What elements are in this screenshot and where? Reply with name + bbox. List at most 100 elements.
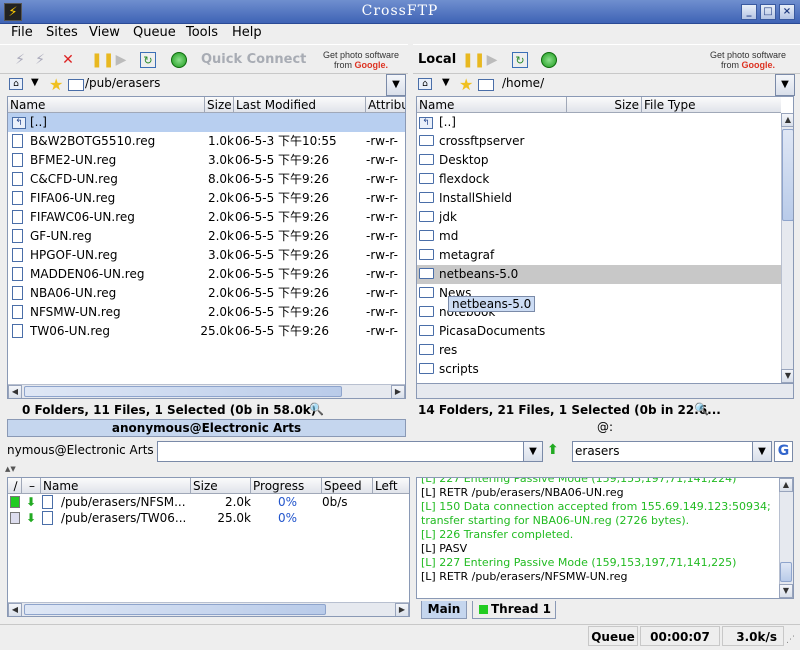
search-input[interactable]: erasers [572, 441, 772, 462]
queue-row[interactable]: ⬇ /pub/erasers/NFSM... 2.0k 0% 0b/s [8, 494, 409, 510]
queue-col-progress[interactable]: Progress [251, 478, 322, 494]
local-folder-row[interactable]: crossftpserver [417, 132, 781, 151]
local-pause-icon[interactable]: ❚❚ [462, 52, 485, 68]
pause-icon[interactable]: ❚❚ [91, 52, 114, 68]
scroll-up-icon[interactable]: ▲ [781, 113, 793, 127]
queue-scroll-left-icon[interactable]: ◀ [8, 603, 22, 616]
local-google-ad[interactable]: Get photo software from Google. [705, 50, 791, 72]
local-hscroll[interactable] [416, 384, 794, 399]
remote-path-text[interactable]: /pub/erasers [85, 76, 160, 90]
remote-parent-row[interactable]: ↰ [..] [8, 113, 405, 132]
remote-file-row[interactable]: TW06-UN.reg 25.0k 06-5-5 下午9:26 -rw-r- [8, 322, 405, 341]
remote-hscroll-thumb[interactable] [24, 386, 342, 397]
menu-help[interactable]: Help [232, 25, 262, 40]
remote-file-row[interactable]: B&W2BOTG5510.reg 1.0k 06-5-3 下午10:55 -rw-r- [8, 132, 405, 151]
scroll-right-icon[interactable]: ▶ [391, 385, 405, 398]
queue-col-left[interactable]: Left [373, 478, 409, 494]
title-bar[interactable]: ⚡ CrossFTP _ □ × [0, 0, 800, 24]
queue-col-status-icon[interactable]: ∕ [8, 478, 22, 494]
splitter-arrows-icon[interactable]: ▲▼ [5, 465, 16, 473]
log-vscroll-thumb[interactable] [780, 562, 792, 582]
home-icon[interactable]: ⌂ [9, 78, 23, 90]
connect-icon[interactable]: ⚡ [12, 52, 28, 68]
resize-grip-icon[interactable]: ⋰ [786, 635, 795, 645]
remote-search-icon[interactable]: 🔍 [309, 402, 324, 416]
local-bookmark-star-icon[interactable]: ★ [459, 75, 473, 94]
queue-col-speed[interactable]: Speed [322, 478, 373, 494]
local-vscroll[interactable]: ▲ ▼ [781, 113, 793, 383]
remote-file-row[interactable]: HPGOF-UN.reg 3.0k 06-5-5 下午9:26 -rw-r- [8, 246, 405, 265]
local-folder-row[interactable]: metagraf [417, 246, 781, 265]
remote-file-row[interactable]: FIFA06-UN.reg 2.0k 06-5-5 下午9:26 -rw-r- [8, 189, 405, 208]
local-parent-row[interactable]: ↰ [..] [417, 113, 793, 132]
local-col-type[interactable]: File Type [642, 97, 781, 113]
google-search-icon[interactable]: G [774, 441, 793, 462]
send-arrow-icon[interactable]: ⬆ [547, 442, 559, 458]
tab-thread-1[interactable]: Thread 1 [472, 601, 556, 619]
queue-hscroll[interactable]: ◀ ▶ [8, 602, 409, 616]
remote-file-row[interactable]: MADDEN06-UN.reg 2.0k 06-5-5 下午9:26 -rw-r- [8, 265, 405, 284]
queue-col-direction-icon[interactable]: – [22, 478, 41, 494]
local-vscroll-thumb[interactable] [782, 129, 793, 221]
queue-hscroll-thumb[interactable] [24, 604, 326, 615]
local-col-name[interactable]: Name [417, 97, 567, 113]
remote-file-row[interactable]: NBA06-UN.reg 2.0k 06-5-5 下午9:26 -rw-r- [8, 284, 405, 303]
local-folder-row[interactable]: md [417, 227, 781, 246]
play-icon[interactable]: ▶ [113, 52, 129, 68]
local-col-size[interactable]: Size [567, 97, 642, 113]
menu-file[interactable]: File [11, 25, 33, 40]
maximize-icon[interactable]: □ [760, 4, 776, 20]
menu-sites[interactable]: Sites [46, 25, 78, 40]
local-refresh-icon[interactable]: ↻ [512, 52, 528, 68]
quick-connect-button[interactable]: Quick Connect [201, 52, 306, 67]
col-attr[interactable]: Attribu [366, 97, 405, 113]
remote-path-dropdown[interactable]: ▼ [386, 74, 406, 96]
remote-file-row[interactable]: BFME2-UN.reg 3.0k 06-5-5 下午9:26 -rw-r- [8, 151, 405, 170]
local-folder-row[interactable]: InstallShield [417, 189, 781, 208]
menu-view[interactable]: View [89, 25, 120, 40]
log-scroll-up-icon[interactable]: ▲ [779, 478, 793, 492]
scroll-left-icon[interactable]: ◀ [8, 385, 22, 398]
disconnect-icon[interactable]: ⚡ [32, 52, 48, 68]
local-folder-row[interactable]: netbeans-5.0 [417, 265, 781, 284]
google-ad[interactable]: Get photo software from Google. [318, 50, 404, 72]
col-modified[interactable]: Last Modified [234, 97, 366, 113]
local-play-icon[interactable]: ▶ [484, 52, 500, 68]
bookmark-star-icon[interactable]: ★ [49, 75, 63, 94]
queue-col-size[interactable]: Size [191, 478, 251, 494]
scroll-down-icon[interactable]: ▼ [781, 369, 793, 383]
tab-main[interactable]: Main [421, 601, 467, 619]
go-icon[interactable] [171, 52, 187, 68]
local-home-icon[interactable]: ⌂ [418, 78, 432, 90]
close-icon[interactable]: × [779, 4, 795, 20]
local-folder-row[interactable]: flexdock [417, 170, 781, 189]
remote-file-row[interactable]: GF-UN.reg 2.0k 06-5-5 下午9:26 -rw-r- [8, 227, 405, 246]
history-dropdown-icon[interactable]: ▼ [31, 77, 39, 88]
menu-tools[interactable]: Tools [186, 25, 218, 40]
local-search-icon[interactable]: 🔍 [694, 402, 709, 416]
log-vscroll[interactable]: ▲ ▼ [779, 478, 793, 598]
local-history-dropdown-icon[interactable]: ▼ [442, 77, 450, 88]
remote-file-row[interactable]: C&CFD-UN.reg 8.0k 06-5-5 下午9:26 -rw-r- [8, 170, 405, 189]
queue-row[interactable]: ⬇ /pub/erasers/TW06... 25.0k 0% [8, 510, 409, 526]
minimize-icon[interactable]: _ [741, 4, 757, 20]
local-folder-row[interactable]: scripts [417, 360, 781, 379]
local-folder-row[interactable]: res [417, 341, 781, 360]
local-folder-row[interactable]: jdk [417, 208, 781, 227]
local-go-icon[interactable] [541, 52, 557, 68]
queue-scroll-right-icon[interactable]: ▶ [395, 603, 409, 616]
remote-file-row[interactable]: NFSMW-UN.reg 2.0k 06-5-5 下午9:26 -rw-r- [8, 303, 405, 322]
stop-icon[interactable]: ✕ [60, 52, 76, 68]
remote-hscroll[interactable]: ◀ ▶ [8, 384, 405, 398]
local-folder-row[interactable]: PicasaDocuments [417, 322, 781, 341]
log-scroll-down-icon[interactable]: ▼ [779, 584, 793, 598]
local-path-text[interactable]: /home/ [502, 76, 544, 90]
remote-file-row[interactable]: FIFAWC06-UN.reg 2.0k 06-5-5 下午9:26 -rw-r- [8, 208, 405, 227]
col-size[interactable]: Size [205, 97, 234, 113]
refresh-icon[interactable]: ↻ [140, 52, 156, 68]
command-dropdown[interactable]: ▼ [523, 441, 543, 462]
local-path-dropdown[interactable]: ▼ [775, 74, 795, 96]
search-dropdown[interactable]: ▼ [752, 441, 772, 462]
menu-queue[interactable]: Queue [133, 25, 176, 40]
command-input[interactable] [157, 441, 543, 462]
